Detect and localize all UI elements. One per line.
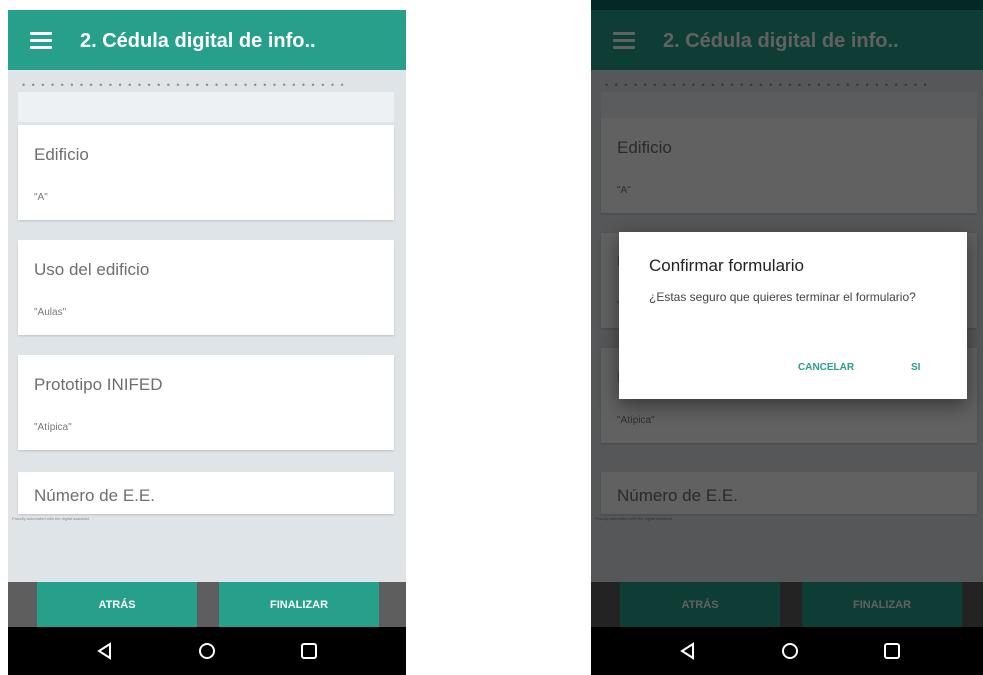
separator: • • • • • • • • • • • • • • • • • • • • … [22,80,346,90]
field-card-numero[interactable]: Número de E.E. [18,472,394,514]
field-card-uso[interactable]: Uso del edificio "Aulas" [18,240,394,335]
bottom-nav: ATRÁS FINALIZAR [8,582,406,627]
app-bar: 2. Cédula digital de info.. [8,10,406,70]
watermark: Proudly automated with the digital assis… [12,516,89,521]
system-nav-bar [591,627,983,675]
finish-button[interactable]: FINALIZAR [219,582,379,627]
menu-icon[interactable] [30,32,52,49]
field-label: Uso del edificio [34,260,150,279]
field-value: "A" [34,192,48,203]
field-card-edificio[interactable]: Edificio "A" [18,125,394,220]
recents-square-icon[interactable] [882,641,902,661]
field-label: Prototipo INIFED [34,375,163,394]
field-label: Edificio [34,145,89,164]
back-triangle-icon[interactable] [678,641,698,661]
phone-screen-form: 2. Cédula digital de info.. • • • • • • … [8,0,406,675]
home-circle-icon[interactable] [780,641,800,661]
field-label: Número de E.E. [34,486,155,505]
system-nav-bar [8,627,406,675]
confirm-dialog: Confirmar formulario ¿Estas seguro que q… [619,232,967,399]
previous-card [18,92,394,122]
dialog-message: ¿Estas seguro que quieres terminar el fo… [649,290,916,304]
phone-screen-dialog: 2. Cédula digital de info.. • • • • • • … [591,0,983,675]
field-card-prototipo[interactable]: Prototipo INIFED "Atípica" [18,355,394,450]
form-content[interactable]: • • • • • • • • • • • • • • • • • • • • … [8,70,406,582]
back-button[interactable]: ATRÁS [37,582,197,627]
app-title: 2. Cédula digital de info.. [80,30,316,52]
field-value: "Atípica" [34,422,72,433]
back-triangle-icon[interactable] [95,641,115,661]
recents-square-icon[interactable] [299,641,319,661]
field-value: "Aulas" [34,307,67,318]
confirm-button[interactable]: SI [911,362,920,373]
dialog-title: Confirmar formulario [649,256,804,275]
cancel-button[interactable]: CANCELAR [798,362,854,373]
home-circle-icon[interactable] [197,641,217,661]
